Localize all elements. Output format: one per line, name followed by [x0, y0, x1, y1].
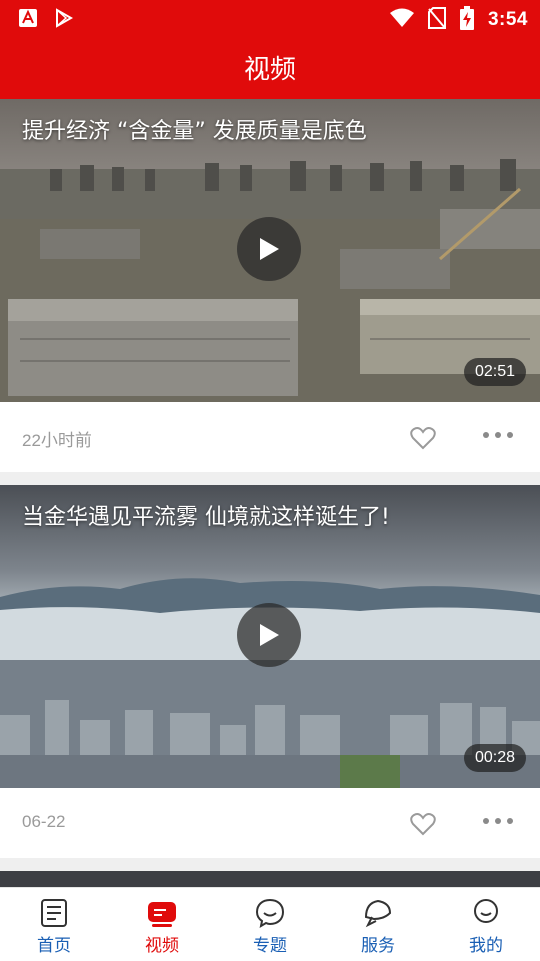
video-duration: 00:28 [463, 744, 526, 772]
app-bar: 视频 [0, 36, 540, 99]
video-meta-row: 06-22 [0, 788, 540, 858]
publish-time: 22小时前 [22, 431, 92, 450]
play-icon [260, 238, 279, 260]
clock-time: 3:54 [487, 9, 528, 30]
service-icon [362, 897, 394, 929]
tab-topics[interactable]: 专题 [216, 888, 324, 961]
video-thumbnail[interactable]: 当金华遇见平流雾 仙境就这样诞生了! 00:28 [0, 485, 540, 788]
more-options-button[interactable] [483, 432, 513, 438]
more-dots-icon [483, 818, 489, 824]
video-icon [146, 897, 178, 929]
tab-label: 视频 [145, 936, 179, 956]
tab-label: 专题 [253, 936, 287, 956]
tab-label: 服务 [361, 936, 395, 956]
tab-profile[interactable]: 我的 [432, 888, 540, 961]
tab-services[interactable]: 服务 [324, 888, 432, 961]
play-button[interactable] [237, 217, 301, 281]
video-title[interactable]: 提升经济 “含金量” 发展质量是底色 [22, 113, 520, 145]
heart-icon [410, 813, 436, 836]
video-card[interactable]: 当金华遇见平流雾 仙境就这样诞生了! 00:28 06-22 [0, 485, 540, 858]
chat-bubble-icon [254, 897, 286, 929]
heart-icon [410, 427, 436, 450]
video-duration: 02:51 [463, 358, 526, 386]
video-feed[interactable]: 提升经济 “含金量” 发展质量是底色 02:51 22小时前 当金华遇见平流雾 … [0, 99, 540, 887]
tab-video[interactable]: 视频 [108, 888, 216, 961]
news-icon [38, 897, 70, 929]
wifi-icon [389, 8, 414, 32]
tab-label: 首页 [37, 936, 71, 956]
tab-home[interactable]: 首页 [0, 888, 108, 961]
play-store-icon [54, 8, 74, 32]
page-title: 视频 [243, 55, 296, 85]
video-card-partial[interactable] [0, 871, 540, 887]
no-sim-icon [427, 7, 446, 33]
publish-time: 06-22 [22, 812, 66, 831]
more-dots-icon [483, 432, 489, 438]
notification-app-icon [18, 8, 38, 32]
video-meta-row: 22小时前 [0, 402, 540, 472]
like-button[interactable] [410, 426, 436, 450]
play-button[interactable] [237, 603, 301, 667]
video-card[interactable]: 提升经济 “含金量” 发展质量是底色 02:51 22小时前 [0, 99, 540, 472]
tab-label: 我的 [469, 936, 503, 956]
video-thumbnail[interactable]: 提升经济 “含金量” 发展质量是底色 02:51 [0, 99, 540, 402]
more-options-button[interactable] [483, 818, 513, 824]
like-button[interactable] [410, 812, 436, 836]
status-bar: 3:54 [0, 0, 540, 36]
play-icon [260, 624, 279, 646]
video-title[interactable]: 当金华遇见平流雾 仙境就这样诞生了! [22, 499, 520, 531]
bottom-tab-bar: 首页 视频 专题 服务 我的 [0, 887, 540, 961]
profile-icon [470, 897, 502, 929]
battery-charging-icon [459, 6, 474, 34]
